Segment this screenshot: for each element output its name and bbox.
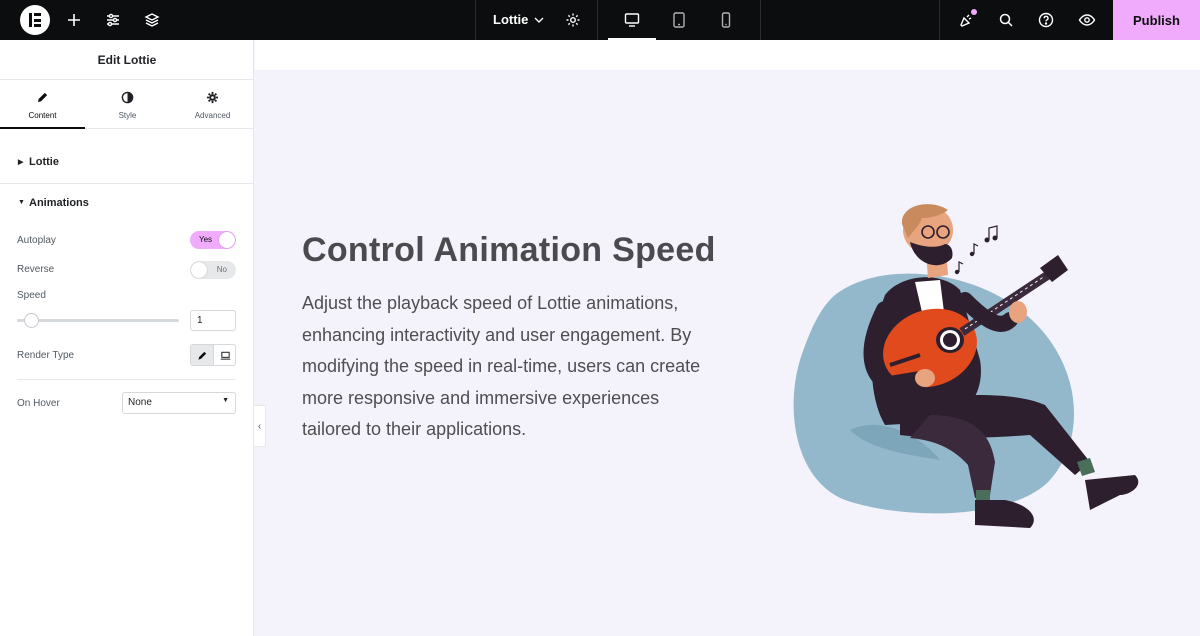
autoplay-switch[interactable]: Yes <box>190 231 236 249</box>
section-lottie-label: Lottie <box>29 156 59 168</box>
tab-content[interactable]: Content <box>0 80 85 129</box>
gear-icon[interactable] <box>562 9 584 31</box>
on-hover-select[interactable]: None ▼ <box>122 392 236 414</box>
section-animations-label: Animations <box>29 197 89 209</box>
speed-slider-track[interactable] <box>17 319 179 322</box>
chevron-left-icon: ‹ <box>257 420 262 432</box>
caret-right-icon: ▶ <box>18 159 24 166</box>
laptop-icon <box>220 351 231 360</box>
page-title[interactable]: Lottie <box>493 12 528 27</box>
tab-advanced[interactable]: Advanced <box>170 80 255 129</box>
autoplay-label: Autoplay <box>17 235 56 246</box>
top-bar: Lottie Publish <box>0 0 1200 40</box>
chevron-down-icon[interactable] <box>528 9 550 31</box>
reverse-switch-text: No <box>216 265 227 274</box>
pencil-icon <box>37 92 48 103</box>
speed-label: Speed <box>17 290 46 301</box>
caret-down-icon: ▼ <box>18 199 25 206</box>
render-canvas-button[interactable] <box>214 345 235 365</box>
guitarist-illustration <box>793 204 1139 528</box>
tab-style-label: Style <box>118 111 137 120</box>
panel-title: Edit Lottie <box>0 40 254 80</box>
on-hover-value: None <box>128 397 152 408</box>
half-circle-icon <box>121 91 134 104</box>
mobile-icon[interactable] <box>715 9 737 31</box>
render-svg-button[interactable] <box>191 345 214 365</box>
preview-eye-icon[interactable] <box>1076 9 1098 31</box>
render-type-choices <box>190 344 236 366</box>
autoplay-switch-text: Yes <box>199 235 213 244</box>
speed-slider-handle[interactable] <box>24 313 39 328</box>
canvas-heading: Control Animation Speed <box>302 231 716 269</box>
collapse-panel-button[interactable]: ‹ <box>254 405 266 447</box>
publish-button[interactable]: Publish <box>1113 0 1200 40</box>
layers-icon[interactable] <box>141 9 163 31</box>
gear-icon <box>206 91 219 104</box>
control-divider <box>17 379 236 380</box>
tab-advanced-label: Advanced <box>194 111 231 120</box>
canvas-paragraph: Adjust the playback speed of Lottie anim… <box>302 293 701 439</box>
canvas-header-strip <box>255 40 1200 70</box>
tab-content-label: Content <box>28 111 57 120</box>
caret-down-icon: ▼ <box>222 397 229 404</box>
elementor-logo-icon[interactable] <box>20 5 50 35</box>
section-divider <box>0 183 254 184</box>
panel-tabs: Content Style Advanced <box>0 80 254 129</box>
switch-knob <box>219 232 235 248</box>
tab-style[interactable]: Style <box>85 80 170 129</box>
on-hover-label: On Hover <box>17 398 60 409</box>
notification-dot <box>971 9 977 15</box>
reverse-switch[interactable]: No <box>190 261 236 279</box>
reverse-label: Reverse <box>17 264 55 275</box>
editor-panel: Edit Lottie Content Style Advanced ▶ Lot… <box>0 40 254 636</box>
help-icon[interactable] <box>1035 9 1057 31</box>
desktop-icon[interactable] <box>621 9 643 31</box>
search-icon[interactable] <box>995 9 1017 31</box>
add-icon[interactable] <box>63 9 85 31</box>
render-type-label: Render Type <box>17 350 75 361</box>
speed-input[interactable]: 1 <box>190 310 236 331</box>
settings-sliders-icon[interactable] <box>102 9 124 31</box>
switch-knob <box>191 262 207 278</box>
tablet-icon[interactable] <box>668 9 690 31</box>
pencil-icon <box>197 351 206 360</box>
